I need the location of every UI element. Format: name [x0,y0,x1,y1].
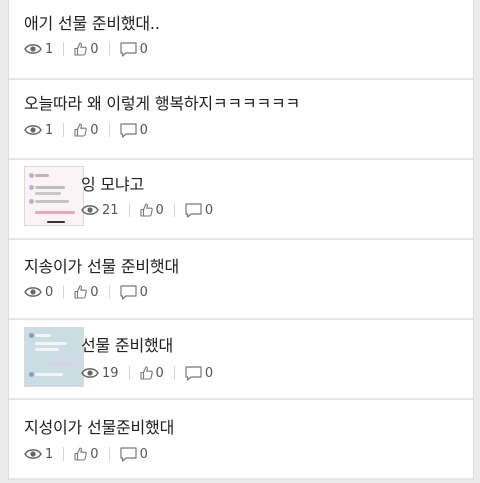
comment-count[interactable]: 0 [119,122,148,138]
comment-count[interactable]: 0 [185,203,213,218]
view-count: 21 [81,203,119,218]
eye-icon [24,125,42,135]
divider [63,123,65,137]
divider [63,285,65,299]
thumbs-up-icon [74,123,88,137]
post-stats: 1 0 0 [24,41,148,57]
post-item[interactable]: 지송이가 선물 준비햇대 0 0 0 [9,240,473,320]
like-count[interactable]: 0 [139,203,164,218]
thumbs-up-icon [139,203,153,217]
like-count[interactable]: 0 [74,123,99,138]
comment-count[interactable]: 0 [119,41,148,57]
post-stats: 0 0 0 [24,284,148,300]
post-title[interactable]: 애기 선물 준비했대.. [24,10,160,34]
eye-icon [24,44,42,54]
divider [128,203,130,217]
like-count[interactable]: 0 [74,285,99,300]
eye-icon [24,287,42,297]
like-count[interactable]: 0 [74,447,99,462]
view-count: 1 [24,42,53,57]
post-thumbnail[interactable] [24,166,84,226]
post-item[interactable]: 선물 준비했대 19 0 0 [9,320,473,400]
view-count: 0 [24,285,53,300]
like-count[interactable]: 0 [139,366,164,381]
thumbs-up-icon [74,42,88,56]
comment-icon [185,365,202,381]
post-item[interactable]: 애기 선물 준비했대.. 1 0 0 [9,0,473,80]
comment-icon [119,122,137,138]
eye-icon [24,449,42,459]
comment-icon [119,284,137,300]
post-title[interactable]: 선물 준비했대 [81,332,173,356]
post-thumbnail[interactable] [24,327,84,387]
post-item[interactable]: 잉 모냐고 21 0 0 [9,160,473,240]
thumbs-up-icon [74,447,88,461]
eye-icon [81,205,99,215]
eye-icon [81,368,99,378]
divider [108,285,110,299]
post-stats: 19 0 0 [81,365,213,381]
post-title[interactable]: 지성이가 선물준비했대 [24,414,174,438]
comment-icon [185,202,202,218]
divider [108,42,110,56]
divider [108,447,110,461]
divider [173,366,175,380]
comment-count[interactable]: 0 [119,446,148,462]
comment-count[interactable]: 0 [185,366,213,381]
post-item[interactable]: 지성이가 선물준비했대 1 0 0 [9,400,473,480]
divider [63,447,65,461]
post-title[interactable]: 잉 모냐고 [81,171,144,195]
thumbs-up-icon [74,285,88,299]
post-feed: 애기 선물 준비했대.. 1 0 0 오늘따라 왜 이렇게 행복하지ㅋㅋㅋㅋㅋㅋ [8,0,474,480]
view-count: 1 [24,447,53,462]
divider [63,42,65,56]
view-count: 19 [81,366,119,381]
thumbs-up-icon [139,366,153,380]
comment-icon [119,41,137,57]
like-count[interactable]: 0 [74,42,99,57]
divider [128,366,130,380]
post-stats: 21 0 0 [81,202,213,218]
divider [108,123,110,137]
comment-count[interactable]: 0 [119,284,148,300]
divider [173,203,175,217]
comment-icon [119,446,137,462]
post-stats: 1 0 0 [24,122,148,138]
post-stats: 1 0 0 [24,446,148,462]
post-title[interactable]: 오늘따라 왜 이렇게 행복하지ㅋㅋㅋㅋㅋㅋ [24,90,300,114]
post-title[interactable]: 지송이가 선물 준비햇대 [24,253,179,277]
post-item[interactable]: 오늘따라 왜 이렇게 행복하지ㅋㅋㅋㅋㅋㅋ 1 0 0 [9,80,473,160]
view-count: 1 [24,123,53,138]
